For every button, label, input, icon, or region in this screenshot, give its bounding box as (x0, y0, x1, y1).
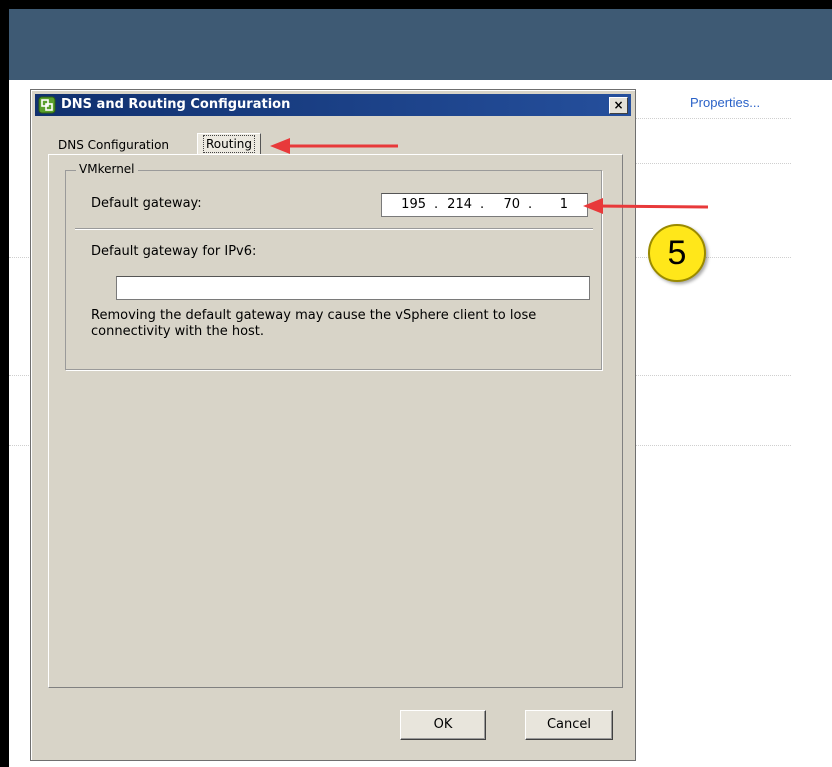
arrow-head-icon (583, 198, 603, 214)
arrow-to-gateway-field (595, 204, 709, 209)
annotation-arrows (270, 138, 709, 214)
arrow-head-icon (270, 138, 290, 154)
